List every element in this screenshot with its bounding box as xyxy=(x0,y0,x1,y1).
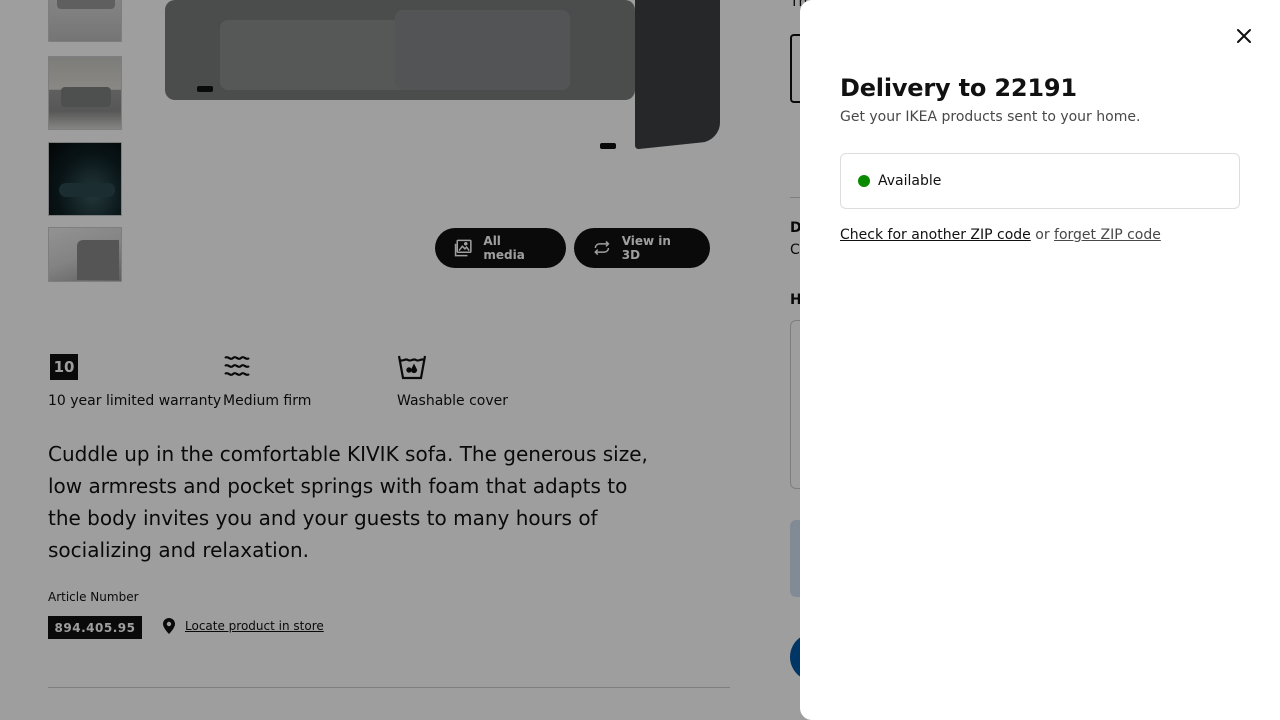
available-status-dot-icon xyxy=(858,175,870,187)
delivery-drawer: Delivery to 22191 Get your IKEA products… xyxy=(800,0,1280,720)
close-icon xyxy=(1237,29,1251,43)
check-another-zip-link[interactable]: Check for another ZIP code xyxy=(840,227,1031,243)
drawer-title: Delivery to 22191 xyxy=(840,74,1077,102)
or-text: or xyxy=(1030,227,1055,243)
forget-zip-link[interactable]: forget ZIP code xyxy=(1054,227,1161,243)
zip-code-actions: Check for another ZIP code or forget ZIP… xyxy=(840,227,1161,243)
availability-label: Available xyxy=(878,173,942,189)
drawer-subtitle: Get your IKEA products sent to your home… xyxy=(840,109,1141,125)
availability-status: Available xyxy=(840,153,1240,209)
close-button[interactable] xyxy=(1228,20,1260,52)
